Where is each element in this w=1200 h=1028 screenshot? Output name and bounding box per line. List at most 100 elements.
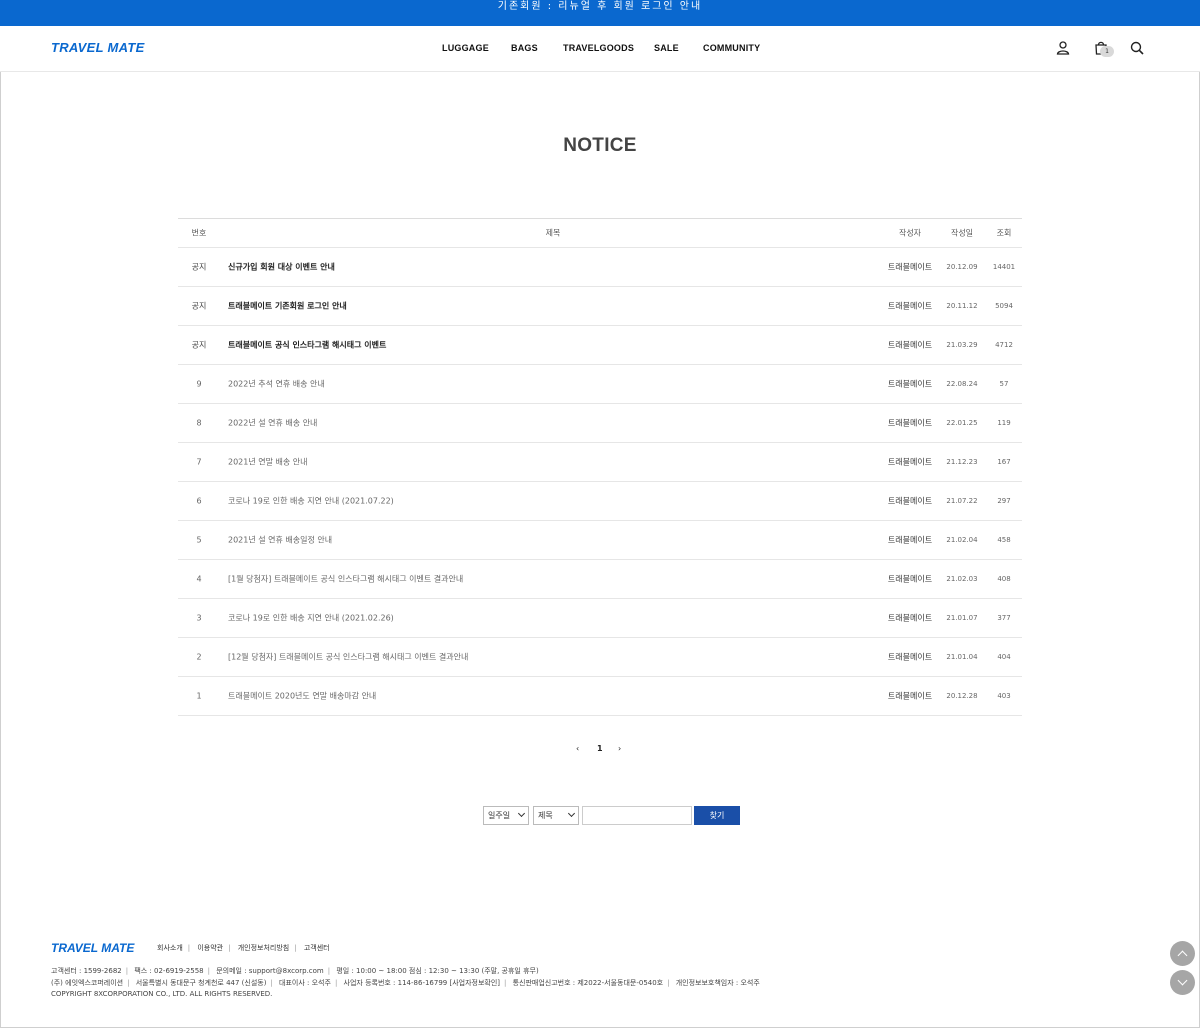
row-writer: 트래블메이트	[887, 379, 933, 389]
row-writer: 트래블메이트	[887, 262, 933, 272]
search-icon[interactable]	[1129, 40, 1145, 56]
row-writer: 트래블메이트	[887, 340, 933, 350]
row-writer: 트래블메이트	[887, 418, 933, 428]
row-hits: 458	[997, 536, 1011, 544]
row-title-link[interactable]: 2021년 연말 배송 안내	[228, 457, 308, 468]
row-writer: 트래블메이트	[887, 691, 933, 701]
footer-link-support[interactable]: 고객센터	[304, 944, 330, 952]
row-title-link[interactable]: 트래블메이트 공식 인스타그램 해시태그 이벤트	[228, 340, 386, 351]
cart-count-badge: 1	[1100, 46, 1114, 57]
row-number: 공지	[191, 301, 207, 311]
site-header: TRAVEL MATE LUGGAGE BAGS TRAVELGOODS SAL…	[0, 26, 1200, 72]
table-row[interactable]: 6 코로나 19로 인한 배송 지연 안내 (2021.07.22) 트래블메이트 2…	[178, 482, 1022, 521]
table-row[interactable]: 9 2022년 추석 연휴 배송 안내 트래블메이트 22.08.24 57	[178, 365, 1022, 404]
row-number: 4	[196, 574, 202, 584]
footer-info-line2: (주) 에잇엑스코퍼레이션 | 서울특별시 동대문구 청계천로 447 (신설동)…	[51, 979, 760, 987]
chevron-up-icon	[1177, 950, 1188, 961]
nav-sale[interactable]: SALE	[654, 43, 679, 53]
row-title-link[interactable]: 2021년 설 연휴 배송일정 안내	[228, 535, 332, 546]
row-title-link[interactable]: 트래블메이트 2020년도 연말 배송마감 안내	[228, 691, 376, 702]
row-title-link[interactable]: [12월 당첨자] 트래블메이트 공식 인스타그램 해시태그 이벤트 결과안내	[228, 652, 468, 663]
row-date: 20.12.09	[946, 263, 978, 271]
search-button[interactable]: 찾기	[694, 806, 740, 825]
footer-links: 회사소개 | 이용약관 | 개인정보처리방침 | 고객센터	[157, 944, 330, 952]
footer-logo[interactable]: TRAVEL MATE	[51, 941, 134, 955]
row-date: 20.12.28	[946, 692, 978, 700]
table-row[interactable]: 공지 트래블메이트 공식 인스타그램 해시태그 이벤트 트래블메이트 21.03.29…	[178, 326, 1022, 365]
table-row[interactable]: 공지 트래블메이트 기존회원 로그인 안내 트래블메이트 20.11.12 5094	[178, 287, 1022, 326]
row-date: 21.02.03	[946, 575, 978, 583]
row-hits: 5094	[995, 302, 1013, 310]
chevron-down-icon	[1177, 975, 1188, 986]
table-row[interactable]: 7 2021년 연말 배송 안내 트래블메이트 21.12.23 167	[178, 443, 1022, 482]
table-row[interactable]: 2 [12월 당첨자] 트래블메이트 공식 인스타그램 해시태그 이벤트 결과안내…	[178, 638, 1022, 677]
row-number: 2	[196, 652, 202, 662]
top-banner[interactable]: 기존회원 : 리뉴얼 후 회원 로그인 안내	[0, 0, 1200, 26]
row-hits: 408	[997, 575, 1011, 583]
footer-address: 서울특별시 동대문구 청계천로 447 (신설동)	[135, 979, 267, 987]
footer-ceo: 대표이사 : 오석주	[279, 979, 331, 987]
row-title-link[interactable]: 신규가입 회원 대상 이벤트 안내	[228, 262, 335, 273]
row-number: 3	[196, 613, 202, 623]
prev-page-button[interactable]: ‹	[576, 744, 579, 753]
scroll-bottom-button[interactable]	[1170, 970, 1195, 995]
nav-bags[interactable]: BAGS	[511, 43, 538, 53]
next-page-button[interactable]: ›	[618, 744, 621, 753]
period-select[interactable]: 일주일	[483, 806, 529, 825]
nav-community[interactable]: COMMUNITY	[703, 43, 760, 53]
search-input[interactable]	[582, 806, 692, 825]
chevron-down-icon	[567, 809, 576, 818]
row-title-link[interactable]: 트래블메이트 기존회원 로그인 안내	[228, 301, 347, 312]
field-select-value: 제목	[538, 811, 553, 820]
row-title-link[interactable]: 2022년 추석 연휴 배송 안내	[228, 379, 325, 390]
row-title-link[interactable]: 코로나 19로 인한 배송 지연 안내 (2021.02.26)	[228, 613, 394, 624]
table-row[interactable]: 4 [1월 당첨자] 트래블메이트 공식 인스타그램 해시태그 이벤트 결과안내 트…	[178, 560, 1022, 599]
footer-link-about[interactable]: 회사소개	[157, 944, 183, 952]
row-hits: 4712	[995, 341, 1013, 349]
footer-fax: 팩스 : 02-6919-2558	[134, 967, 204, 975]
row-title-link[interactable]: [1월 당첨자] 트래블메이트 공식 인스타그램 해시태그 이벤트 결과안내	[228, 574, 463, 585]
user-icon[interactable]	[1055, 40, 1071, 56]
scroll-top-button[interactable]	[1170, 941, 1195, 966]
row-number: 8	[196, 418, 202, 428]
row-writer: 트래블메이트	[887, 301, 933, 311]
col-header-title: 제목	[545, 228, 561, 238]
footer-biz-number[interactable]: 사업자 등록번호 : 114-86-16799 [사업자정보확인]	[344, 979, 500, 987]
period-select-value: 일주일	[488, 811, 511, 820]
row-date: 21.03.29	[946, 341, 978, 349]
table-header-row: 번호 제목 작성자 작성일 조회	[178, 219, 1022, 248]
footer-privacy-officer: 개인정보보호책임자 : 오석주	[675, 979, 760, 987]
top-banner-text[interactable]: 기존회원 : 리뉴얼 후 회원 로그인 안내	[498, 0, 702, 13]
table-row[interactable]: 공지 신규가입 회원 대상 이벤트 안내 트래블메이트 20.12.09 14401	[178, 248, 1022, 287]
nav-travelgoods[interactable]: TRAVELGOODS	[563, 43, 634, 53]
page-title: NOTICE	[563, 135, 637, 156]
row-writer: 트래블메이트	[887, 535, 933, 545]
row-hits: 57	[999, 380, 1009, 388]
row-title-link[interactable]: 2022년 설 연휴 배송 안내	[228, 418, 317, 429]
row-number: 5	[196, 535, 202, 545]
footer-company: (주) 에잇엑스코퍼레이션	[51, 979, 124, 987]
row-date: 22.01.25	[946, 419, 978, 427]
footer-link-terms[interactable]: 이용약관	[197, 944, 223, 952]
table-row[interactable]: 1 트래블메이트 2020년도 연말 배송마감 안내 트래블메이트 20.12.28 4…	[178, 677, 1022, 716]
row-title-link[interactable]: 코로나 19로 인한 배송 지연 안내 (2021.07.22)	[228, 496, 394, 507]
row-writer: 트래블메이트	[887, 457, 933, 467]
row-hits: 119	[997, 419, 1011, 427]
col-header-writer: 작성자	[898, 228, 922, 238]
row-date: 22.08.24	[946, 380, 978, 388]
nav-luggage[interactable]: LUGGAGE	[442, 43, 489, 53]
row-number: 1	[196, 691, 202, 701]
main-nav: LUGGAGE BAGS TRAVELGOODS SALE COMMUNITY	[0, 43, 1200, 57]
table-row[interactable]: 5 2021년 설 연휴 배송일정 안내 트래블메이트 21.02.04 458	[178, 521, 1022, 560]
col-header-hits: 조회	[996, 228, 1012, 238]
page-number-current[interactable]: 1	[597, 744, 603, 753]
footer-copyright: COPYRIGHT 8XCORPORATION CO., LTD. ALL RI…	[51, 990, 273, 998]
row-writer: 트래블메이트	[887, 496, 933, 506]
row-writer: 트래블메이트	[887, 574, 933, 584]
footer-link-privacy[interactable]: 개인정보처리방침	[238, 944, 290, 952]
table-row[interactable]: 8 2022년 설 연휴 배송 안내 트래블메이트 22.01.25 119	[178, 404, 1022, 443]
field-select[interactable]: 제목	[533, 806, 579, 825]
table-row[interactable]: 3 코로나 19로 인한 배송 지연 안내 (2021.02.26) 트래블메이트 2…	[178, 599, 1022, 638]
footer-hours: 평일 : 10:00 ~ 18:00 점심 : 12:30 ~ 13:30 (주…	[336, 967, 539, 975]
row-number: 7	[196, 457, 202, 467]
